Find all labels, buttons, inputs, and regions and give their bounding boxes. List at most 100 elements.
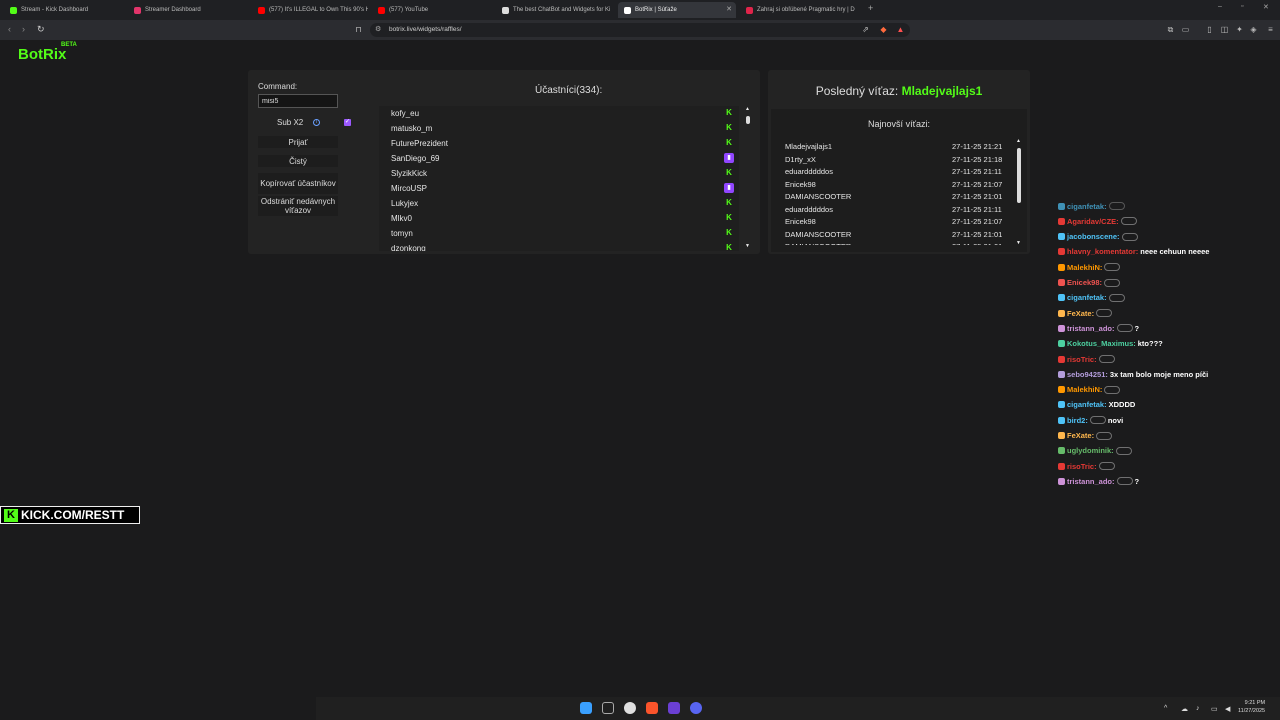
participant-row[interactable]: Mlkv0 K	[379, 211, 739, 226]
extensions-icon[interactable]: ⧉	[1166, 25, 1175, 34]
url-field[interactable]: ⚙ botrix.live/widgets/raffles/	[370, 23, 910, 37]
browser-tab[interactable]: BotRix | Súťaže ✕	[618, 2, 736, 18]
last-winner-label: Posledný víťaz:	[815, 84, 899, 98]
winner-date: 27-11-25 21:01	[952, 229, 1003, 239]
browser-tab[interactable]: The best ChatBot and Widgets for Ki	[496, 2, 612, 18]
tray-app-icon[interactable]: ☁	[1181, 705, 1188, 713]
close-tab-icon[interactable]: ✕	[726, 5, 732, 13]
command-input[interactable]	[258, 94, 338, 108]
last-winner-name: Mladejvajlajs1	[901, 84, 983, 98]
minimize-icon[interactable]: –	[1218, 3, 1222, 10]
share-icon[interactable]: ⇗	[861, 25, 870, 34]
volume-icon[interactable]: ◀	[1225, 705, 1230, 713]
site-info-icon[interactable]: ⚙	[375, 23, 381, 37]
scroll-down-icon[interactable]: ▼	[1016, 240, 1021, 246]
discord-icon[interactable]	[690, 702, 702, 714]
winner-date: 27-11-25 21:07	[952, 217, 1003, 226]
chat-badge-icon	[1058, 294, 1065, 302]
participant-row[interactable]: SlyzikKick K	[379, 166, 739, 181]
brave-rewards-icon[interactable]: ▲	[896, 25, 905, 34]
app-icon[interactable]	[668, 702, 680, 714]
chat-emote-icon	[1089, 416, 1106, 425]
winner-date: 27-11-25 21:07	[952, 179, 1003, 189]
new-tab-button[interactable]: +	[868, 3, 873, 13]
chat-badge-icon	[1058, 340, 1065, 348]
accept-button[interactable]: Prijať	[258, 136, 338, 148]
microphone-icon[interactable]: ♪	[1196, 705, 1200, 712]
reload-icon[interactable]: ↻	[37, 24, 45, 35]
scroll-down-icon[interactable]: ▼	[745, 243, 750, 249]
chat-username: Kokotus_Maximus:	[1067, 339, 1136, 349]
kick-icon: K	[726, 168, 732, 177]
participants-scrollbar[interactable]: ▲ ▼	[745, 106, 751, 250]
clear-button[interactable]: Čistý	[258, 155, 338, 167]
chat-message: sebo94251: 3x tam bolo moje meno píči	[1058, 368, 1208, 380]
maximize-icon[interactable]: ▫	[1241, 3, 1243, 10]
leo-icon[interactable]: ✦	[1235, 25, 1244, 34]
url-text: botrix.live/widgets/raffles/	[389, 26, 462, 33]
scroll-up-icon[interactable]: ▲	[745, 106, 750, 112]
scroll-up-icon[interactable]: ▲	[1016, 138, 1021, 144]
beta-badge: BETA	[61, 42, 77, 48]
network-icon[interactable]: ▭	[1211, 705, 1218, 713]
winner-name: Enicek98	[785, 217, 816, 226]
browser-tab[interactable]: Stream - Kick Dashboard	[4, 2, 122, 18]
participant-name: kofy_eu	[391, 109, 420, 118]
brave-shields-icon[interactable]: ◆	[879, 25, 888, 34]
participant-row[interactable]: MircoUSP ▮	[379, 181, 739, 196]
sub-x2-checkbox[interactable]: ✓	[344, 119, 351, 126]
start-icon[interactable]	[580, 702, 592, 714]
brave-icon[interactable]	[646, 702, 658, 714]
tab-favicon-icon	[746, 6, 753, 14]
tray-chevron-icon[interactable]: ^	[1164, 705, 1167, 712]
participant-row[interactable]: FuturePrezident K	[379, 136, 739, 151]
copy-participants-button[interactable]: Kopírovať účastníkov	[258, 173, 338, 194]
chat-badge-icon	[1058, 309, 1065, 317]
chat-message: FeXate:	[1058, 307, 1113, 319]
winner-date: 27-11-25 21:11	[952, 204, 1002, 214]
participant-row[interactable]: Lukyjex K	[379, 196, 739, 211]
participant-row[interactable]: kofy_eu K	[379, 106, 739, 121]
participants-list[interactable]: kofy_eu Kmatusko_m K FuturePrezident K SanDie…	[379, 106, 739, 251]
scroll-thumb[interactable]	[746, 116, 750, 124]
scroll-thumb[interactable]	[1017, 148, 1021, 203]
winners-scrollbar[interactable]: ▲ ▼	[1016, 138, 1022, 248]
kick-icon: K	[726, 123, 732, 132]
kick-logo-icon: K	[4, 509, 18, 522]
winner-row: DAMIANSCOOTER 27-11-25 21:01	[785, 229, 1015, 242]
chat-message: Agaridav/CZE:	[1058, 215, 1137, 227]
sidebar-icon[interactable]: ▯	[1205, 25, 1214, 34]
botrix-logo[interactable]: BotRix BETA	[18, 42, 77, 63]
browser-tab[interactable]: (577) It's ILLEGAL to Own This 90's H	[252, 2, 368, 18]
chat-username: Agaridav/CZE:	[1067, 216, 1119, 226]
tab-favicon-icon	[10, 6, 17, 14]
forward-icon[interactable]: ›	[22, 24, 25, 34]
browser-tab[interactable]: Streamer Dashboard	[128, 2, 246, 18]
participant-row[interactable]: dzonkong K	[379, 241, 739, 251]
chat-badge-icon	[1058, 447, 1065, 455]
split-view-icon[interactable]: ◫	[1220, 25, 1229, 34]
chat-overlay: ciganfetak: Agaridav/CZE: jacobonscene: hla…	[1058, 200, 1278, 500]
browser-tab[interactable]: Zahraj si obľúbené Pragmatic hry | D	[740, 2, 858, 18]
participant-name: Mlkv0	[391, 214, 412, 223]
winner-name: DAMIANSCOOTER	[785, 192, 852, 201]
wallet-icon[interactable]: ◈	[1249, 25, 1258, 34]
recent-winners-list[interactable]: Mladejvajlajs1 27-11-25 21:21 D1rty_xX 27-1…	[785, 141, 1015, 245]
info-icon[interactable]: i	[313, 119, 320, 126]
back-icon[interactable]: ‹	[8, 24, 11, 34]
tray-clock[interactable]: 9:21 PM 11/27/2025	[1238, 699, 1265, 715]
task-view-icon[interactable]	[602, 702, 614, 714]
reader-icon[interactable]: ▭	[1181, 25, 1190, 34]
menu-icon[interactable]: ≡	[1266, 25, 1275, 34]
participant-row[interactable]: matusko_m K	[379, 121, 739, 136]
winner-row: D1rty_xX 27-11-25 21:18	[785, 154, 1015, 167]
participant-row[interactable]: SanDiego_69 ▮	[379, 151, 739, 166]
bookmark-icon[interactable]: ⊓	[354, 25, 363, 34]
close-window-icon[interactable]: ✕	[1263, 3, 1269, 11]
chat-username: bird2:	[1067, 415, 1088, 425]
participant-row[interactable]: tomyn K	[379, 226, 739, 241]
remove-recent-winners-button[interactable]: Odstrániť nedávnych víťazov	[258, 196, 338, 216]
obs-icon[interactable]	[624, 702, 636, 714]
chat-username: uglydominik:	[1067, 446, 1114, 456]
browser-tab[interactable]: (577) YouTube	[372, 2, 490, 18]
